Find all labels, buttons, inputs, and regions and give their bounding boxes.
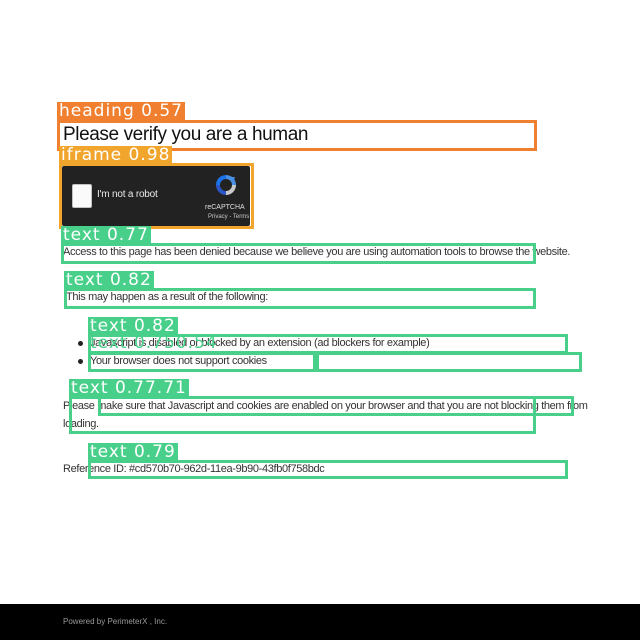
- footer: Powered by PerimeterX , Inc.: [0, 604, 640, 640]
- text-detection-box: [88, 460, 568, 479]
- text-detection-label: text 0.750.54: [90, 333, 218, 353]
- text-detection-box: [88, 352, 316, 372]
- bullet-marker: [78, 359, 83, 364]
- text-detection-label: text 0.82: [64, 270, 154, 290]
- text-detection-box: [61, 243, 536, 264]
- text-detection-label: text 0.77: [61, 225, 151, 245]
- text-detection-box: [64, 288, 536, 309]
- bullet-marker: [78, 341, 83, 346]
- text-detection-box: [316, 352, 582, 372]
- footer-credit: Powered by PerimeterX , Inc.: [63, 617, 168, 626]
- text-detection-label: text 0.77.71: [69, 378, 189, 398]
- heading-detection-label: heading 0.57: [57, 101, 185, 121]
- iframe-detection-label: iframe 0.98: [59, 145, 173, 165]
- text-detection-label: text 0.79: [88, 442, 178, 462]
- text-detection-box: [98, 396, 574, 416]
- iframe-detection-box: [59, 163, 254, 229]
